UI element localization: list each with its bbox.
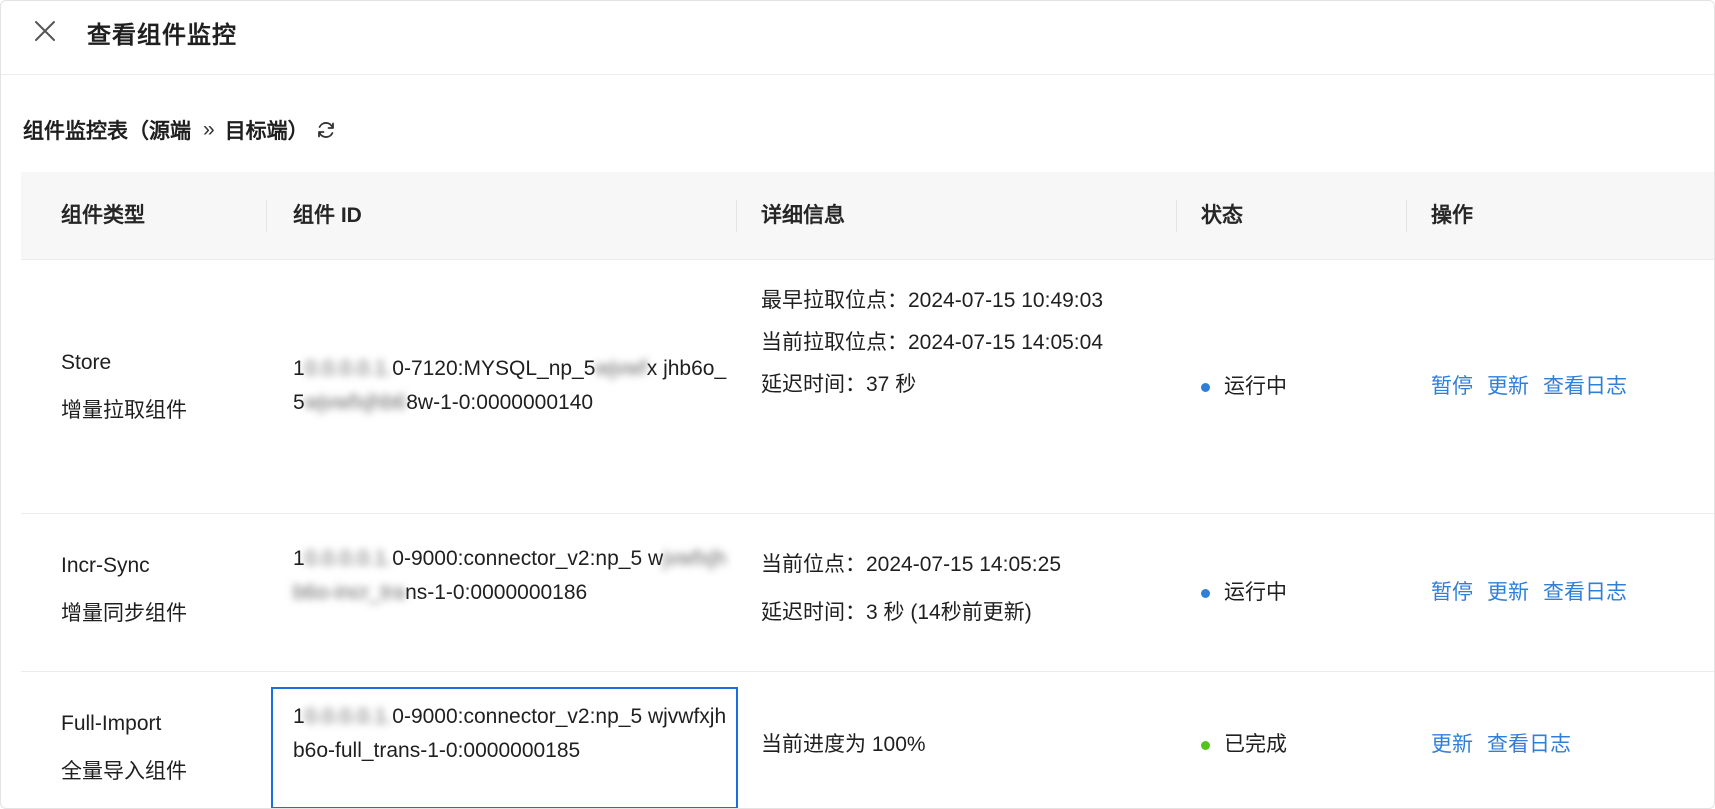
update-button[interactable]: 更新: [1487, 370, 1529, 404]
column-header-id: 组件 ID: [293, 204, 362, 227]
component-id-text: 8w-1-0:0000000140: [406, 391, 594, 414]
view-log-button[interactable]: 查看日志: [1543, 576, 1627, 610]
component-type-en: Store: [61, 351, 112, 374]
panel-header: 查看组件监控: [1, 1, 1714, 75]
component-id-redacted: wjvwfxjhb6: [304, 391, 407, 414]
detail-line: 延迟时间：37 秒: [761, 373, 917, 396]
component-id-text: ns-1-0:0000000186: [405, 581, 588, 604]
status-text: 已完成: [1224, 733, 1287, 756]
status-dot-icon: [1201, 740, 1210, 750]
component-type-cn: 增量拉取组件: [61, 399, 187, 422]
component-details: 当前位点：2024-07-15 14:05:25 延迟时间：3 秒 (14秒前更…: [761, 548, 1161, 630]
detail-line: 延迟时间：3 秒 (14秒前更新): [761, 601, 1032, 624]
update-button[interactable]: 更新: [1431, 728, 1473, 762]
component-id-text: 0-7120:MYSQL_np_5: [392, 357, 596, 380]
component-type-cn: 增量同步组件: [61, 602, 187, 625]
monitor-table: 组件类型 组件 ID 详细信息 状态 操作 Store 增量拉取组件 10.0.…: [21, 172, 1714, 808]
refresh-icon[interactable]: [315, 119, 337, 141]
status-badge: 运行中: [1201, 576, 1287, 610]
column-divider: [266, 200, 267, 232]
status-text: 运行中: [1224, 375, 1287, 398]
section-title-arrow: »: [203, 118, 215, 141]
section-title-target: 目标端）: [224, 120, 309, 143]
close-icon[interactable]: [31, 17, 59, 45]
detail-line: 当前进度为 100%: [761, 733, 926, 756]
row-actions: 更新 查看日志: [1431, 728, 1571, 762]
status-badge: 运行中: [1201, 370, 1287, 404]
status-text: 运行中: [1224, 581, 1287, 604]
column-header-status: 状态: [1201, 204, 1243, 227]
table-row: Full-Import 全量导入组件 10.0.0.0.1.0-9000:con…: [21, 672, 1714, 808]
detail-line: 当前拉取位点：2024-07-15 14:05:04: [761, 331, 1103, 354]
pause-button[interactable]: 暂停: [1431, 576, 1473, 610]
component-id-text: 1: [293, 547, 305, 570]
component-id-text: 1: [293, 357, 305, 380]
table-row: Incr-Sync 增量同步组件 10.0.0.0.1.0-9000:conne…: [21, 514, 1714, 672]
component-details: 最早拉取位点：2024-07-15 10:49:03 当前拉取位点：2024-0…: [761, 284, 1161, 402]
component-id-text: 1: [293, 705, 305, 728]
section-title: 组件监控表（源端 » 目标端）: [23, 115, 337, 145]
row-actions: 暂停 更新 查看日志: [1431, 370, 1627, 404]
component-id-redacted: wjvwf: [595, 357, 647, 380]
column-header-details: 详细信息: [761, 204, 845, 227]
update-button[interactable]: 更新: [1487, 576, 1529, 610]
status-badge: 已完成: [1201, 728, 1287, 762]
column-divider: [1176, 200, 1177, 232]
component-id-redacted: 0.0.0.0.1.: [304, 357, 393, 380]
component-monitor-panel: 查看组件监控 组件监控表（源端 » 目标端） 组件类型 组件 ID 详细信息 状…: [0, 0, 1715, 809]
column-divider: [736, 200, 737, 232]
page-title: 查看组件监控: [87, 22, 237, 49]
table-header: 组件类型 组件 ID 详细信息 状态 操作: [21, 172, 1714, 260]
component-type-cn: 全量导入组件: [61, 760, 187, 783]
detail-line: 当前位点：2024-07-15 14:05:25: [761, 553, 1061, 576]
section-title-source: 组件监控表（源端: [23, 120, 191, 143]
component-type-en: Incr-Sync: [61, 554, 150, 577]
column-header-actions: 操作: [1431, 204, 1473, 227]
component-id: 10.0.0.0.1.0-9000:connector_v2:np_5 wjvw…: [293, 700, 733, 768]
component-type-en: Full-Import: [61, 712, 162, 735]
view-log-button[interactable]: 查看日志: [1487, 728, 1571, 762]
component-type: Store 增量拉取组件: [61, 339, 187, 435]
table-row: Store 增量拉取组件 10.0.0.0.1.0-7120:MYSQL_np_…: [21, 260, 1714, 514]
status-dot-icon: [1201, 588, 1210, 598]
component-type: Full-Import 全量导入组件: [61, 700, 187, 796]
column-divider: [1406, 200, 1407, 232]
component-id: 10.0.0.0.1.0-7120:MYSQL_np_5wjvwfx jhb6o…: [293, 352, 733, 420]
component-id: 10.0.0.0.1.0-9000:connector_v2:np_5 wjvw…: [293, 542, 733, 610]
row-actions: 暂停 更新 查看日志: [1431, 576, 1627, 610]
pause-button[interactable]: 暂停: [1431, 370, 1473, 404]
detail-line: 最早拉取位点：2024-07-15 10:49:03: [761, 289, 1103, 312]
component-details: 当前进度为 100%: [761, 728, 1161, 762]
component-id-redacted: 0.0.0.0.1.: [304, 547, 393, 570]
view-log-button[interactable]: 查看日志: [1543, 370, 1627, 404]
component-id-text: 0-9000:connector_v2:np_5 w: [392, 547, 664, 570]
column-header-type: 组件类型: [61, 204, 145, 227]
component-type: Incr-Sync 增量同步组件: [61, 542, 187, 638]
status-dot-icon: [1201, 382, 1210, 392]
component-id-redacted: 0.0.0.0.1.: [304, 705, 393, 728]
